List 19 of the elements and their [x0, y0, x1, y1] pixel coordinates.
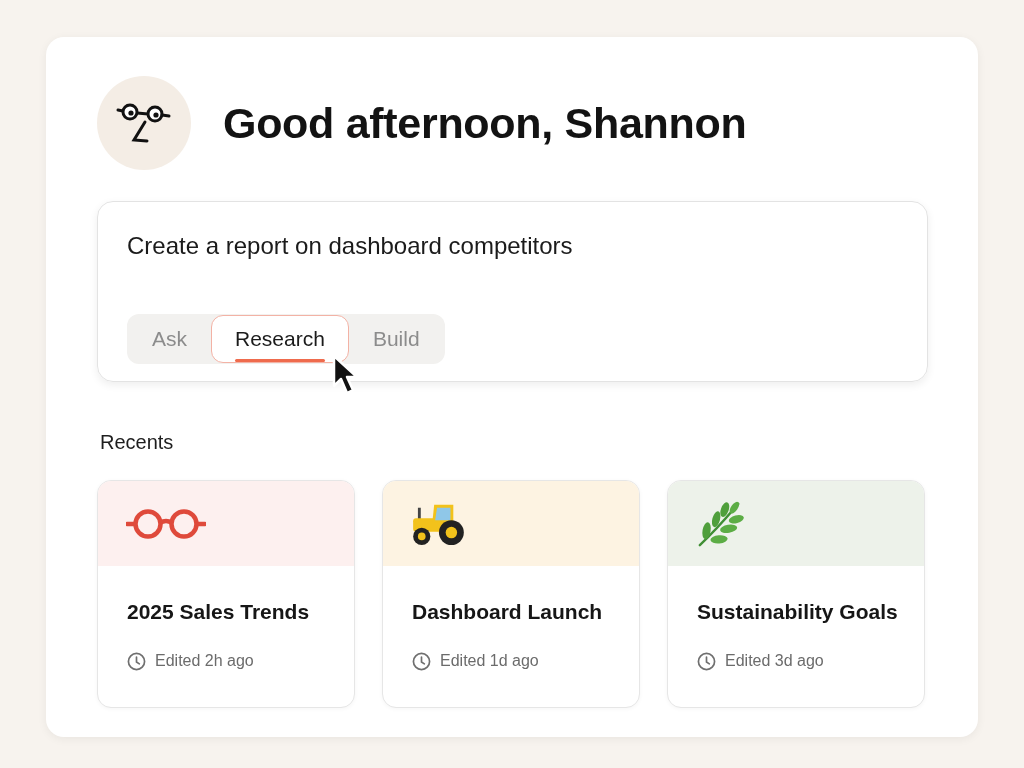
- clock-icon: [412, 651, 431, 671]
- recent-card[interactable]: Sustainability Goals Edited 3d ago: [667, 480, 925, 708]
- clock-icon: [697, 651, 716, 671]
- glasses-icon: [126, 507, 206, 540]
- clock-icon: [127, 651, 146, 671]
- mode-tab[interactable]: Research: [211, 315, 349, 363]
- card-title: 2025 Sales Trends: [127, 599, 311, 625]
- edited-time: Edited 1d ago: [440, 651, 539, 671]
- greeting-title: Good afternoon, Shannon: [223, 98, 747, 148]
- card-title: Sustainability Goals: [697, 599, 899, 625]
- prompt-field[interactable]: Create a report on dashboard competitors: [127, 231, 573, 261]
- glasses-face-icon: [97, 76, 191, 170]
- section-heading: Recents: [99, 430, 175, 454]
- recent-card[interactable]: Dashboard Launch Edited 1d ago: [382, 480, 640, 708]
- edited-time: Edited 2h ago: [155, 651, 254, 671]
- recent-card[interactable]: 2025 Sales Trends Edited 2h ago: [97, 480, 355, 708]
- edited-time: Edited 3d ago: [725, 651, 824, 671]
- leafy-branch-icon: [696, 499, 744, 548]
- card-title: Dashboard Launch: [412, 599, 604, 625]
